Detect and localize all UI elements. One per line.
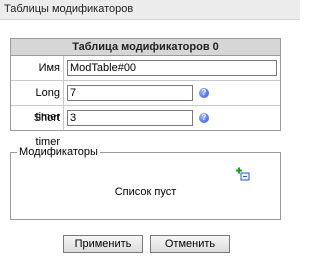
table-caption: Таблица модификаторов 0: [11, 39, 280, 56]
short-timer-row: Short timer ?: [11, 106, 280, 148]
long-timer-label: Long timer: [11, 81, 64, 123]
modifier-table-form: Таблица модификаторов 0 Имя Long timer ?…: [10, 38, 281, 148]
name-label: Имя: [11, 56, 64, 80]
help-icon[interactable]: ?: [199, 113, 209, 123]
short-timer-label: Short timer: [11, 106, 64, 148]
apply-button[interactable]: Применить: [63, 235, 143, 253]
long-timer-field[interactable]: [67, 85, 193, 101]
long-timer-row: Long timer ?: [11, 81, 280, 123]
add-icon[interactable]: [236, 167, 250, 181]
short-timer-field[interactable]: [67, 110, 193, 126]
modifiers-group: Модификаторы Список пуст: [10, 146, 281, 220]
name-field[interactable]: [67, 60, 277, 76]
page-title: Таблицы модификаторов: [0, 0, 300, 20]
empty-list-text: Список пуст: [114, 186, 177, 198]
cancel-button[interactable]: Отменить: [150, 235, 230, 253]
modifiers-legend: Модификаторы: [17, 146, 100, 158]
name-row: Имя: [11, 56, 280, 81]
help-icon[interactable]: ?: [199, 88, 209, 98]
